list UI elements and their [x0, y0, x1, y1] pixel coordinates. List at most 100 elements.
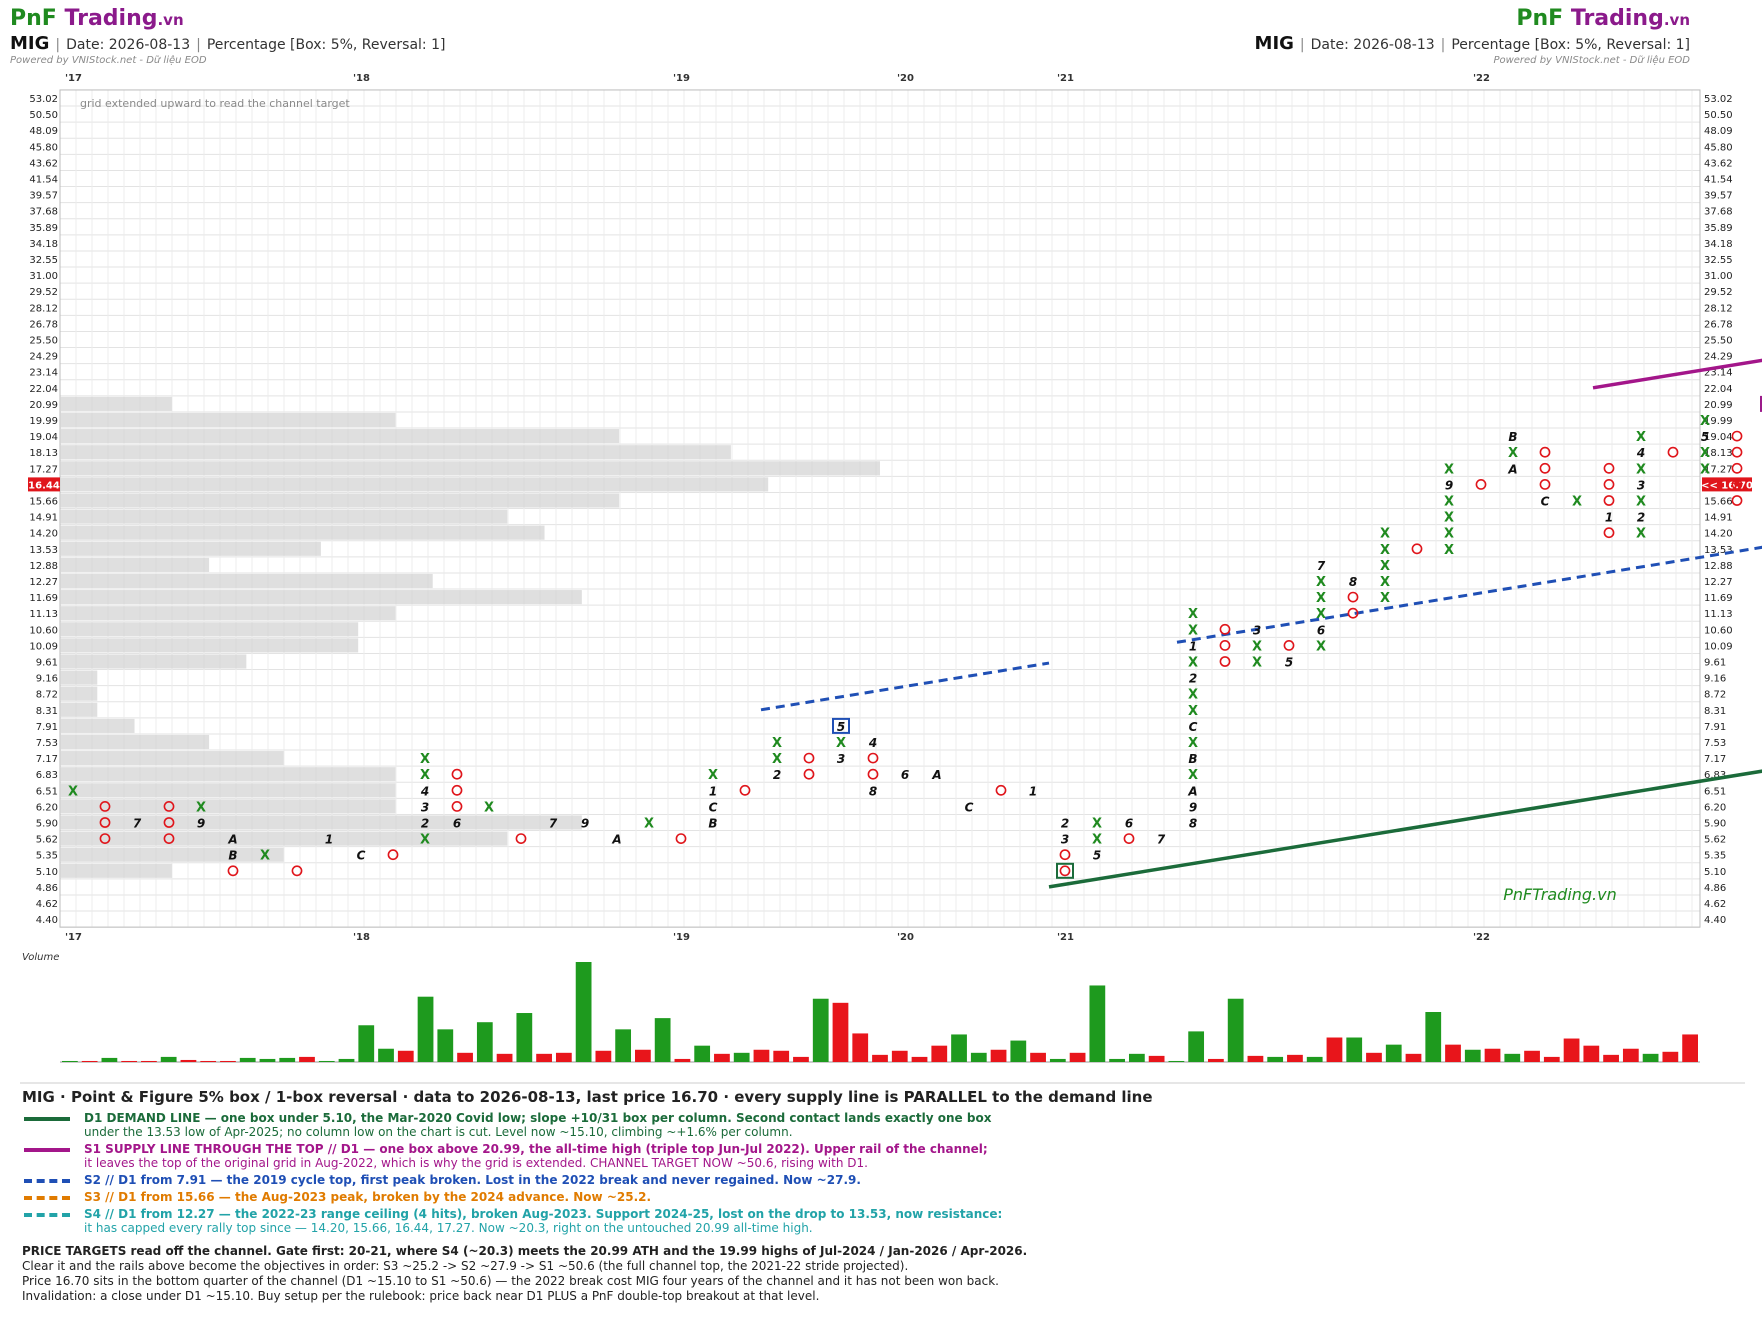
- year-label-top: '17: [65, 73, 82, 84]
- y-tick-label-right: 43.62: [1704, 158, 1733, 169]
- month-mark: 6: [901, 768, 909, 782]
- price-band: [60, 767, 396, 782]
- volume-bar: [1306, 1056, 1323, 1062]
- y-tick-label: 9.16: [36, 674, 58, 685]
- y-tick-label-right: 25.50: [1704, 336, 1733, 347]
- x-box: X: [1636, 527, 1646, 542]
- year-label-bottom: '20: [897, 932, 914, 943]
- price-band: [60, 541, 321, 556]
- volume-bar: [1622, 1048, 1639, 1062]
- volume-bar: [1109, 1058, 1125, 1062]
- target-line: Clear it and the rails above become the …: [22, 1259, 909, 1273]
- y-tick-label: 5.62: [36, 835, 58, 846]
- volume-bar: [358, 1025, 375, 1062]
- y-tick-label: 53.02: [29, 94, 58, 105]
- month-mark: 2: [1189, 672, 1197, 686]
- y-tick-label: 6.83: [36, 770, 58, 781]
- y-tick-label-right: 45.80: [1704, 142, 1733, 153]
- month-mark: 2: [421, 817, 429, 831]
- volume-bar: [990, 1049, 1007, 1062]
- target-line: PRICE TARGETS read off the channel. Gate…: [22, 1244, 1028, 1258]
- month-mark: 8: [1349, 575, 1357, 589]
- y-tick-label-right: 4.86: [1704, 883, 1726, 894]
- year-label-bottom: '17: [65, 932, 82, 943]
- month-mark: C: [1541, 495, 1550, 509]
- volume-bar: [1168, 1060, 1185, 1062]
- volume-bar: [555, 1052, 572, 1062]
- year-label-bottom: '22: [1473, 932, 1490, 943]
- legend-line-1: S1 SUPPLY LINE THROUGH THE TOP // D1 — o…: [84, 1142, 988, 1156]
- legend-swatch: [24, 1179, 70, 1183]
- month-mark: 9: [581, 817, 589, 831]
- x-box: X: [1188, 623, 1198, 638]
- legend-swatch: [24, 1148, 70, 1152]
- legend-item: S1 SUPPLY LINE THROUGH THE TOP // D1 — o…: [22, 1142, 1742, 1170]
- y-tick-label-right: 37.68: [1704, 207, 1733, 218]
- volume-bar: [378, 1048, 394, 1062]
- y-tick-label: 17.27: [29, 464, 58, 475]
- volume-bar: [259, 1058, 276, 1062]
- price-band: [60, 783, 396, 798]
- year-label-top: '21: [1057, 73, 1074, 84]
- month-mark: 1: [1605, 511, 1613, 525]
- x-box: X: [1444, 495, 1454, 510]
- trend-line-s1: [1592, 358, 1762, 390]
- volume-bar: [1662, 1051, 1679, 1062]
- pnf-chart: 53.02 53.02 50.50 50.50 48.09 48.09 45.80 45.80…: [20, 73, 1762, 1084]
- legend-line-2: it leaves the top of the original grid i…: [84, 1156, 868, 1170]
- month-mark: 1: [325, 833, 333, 847]
- volume-bar: [1188, 1031, 1205, 1062]
- x-box: X: [1252, 656, 1262, 671]
- x-box: X: [772, 736, 782, 751]
- y-tick-label-right: 8.31: [1704, 706, 1726, 717]
- y-tick-label-right: 24.29: [1704, 352, 1733, 363]
- last-price-tag: << 16.70: [1701, 480, 1753, 491]
- x-box: X: [1316, 607, 1326, 622]
- year-label-top: '19: [673, 73, 690, 84]
- y-tick-label: 31.00: [29, 271, 58, 282]
- x-box: X: [68, 784, 78, 799]
- y-tick-label: 18.13: [29, 448, 58, 459]
- volume-bar: [1247, 1055, 1264, 1062]
- y-tick-label-right: 32.55: [1704, 255, 1733, 266]
- month-mark: 7: [1317, 559, 1326, 573]
- volume-bar: [832, 1002, 849, 1062]
- y-tick-label-right: 29.52: [1704, 287, 1733, 298]
- x-box: X: [420, 833, 430, 848]
- y-tick-label-right: 5.10: [1704, 867, 1726, 878]
- y-tick-label: 7.91: [36, 722, 58, 733]
- volume-bar: [1049, 1058, 1066, 1062]
- y-tick-label: 43.62: [29, 158, 58, 169]
- price-band: [60, 734, 210, 750]
- month-mark: 4: [868, 736, 877, 750]
- month-mark: 7: [549, 817, 558, 831]
- y-tick-label: 5.35: [36, 851, 58, 862]
- y-tick-label-right: 5.62: [1704, 835, 1726, 846]
- x-box: X: [708, 768, 718, 783]
- price-band: [60, 863, 172, 878]
- y-tick-label: 14.91: [29, 513, 58, 524]
- y-tick-label: 19.99: [29, 416, 58, 427]
- volume-bar: [1385, 1044, 1402, 1062]
- x-box: X: [1700, 414, 1710, 429]
- volume-bar: [1464, 1049, 1481, 1062]
- x-box: X: [1380, 591, 1390, 606]
- volume-bar: [931, 1045, 948, 1062]
- volume-bar: [1425, 1012, 1442, 1062]
- y-tick-label: 25.50: [29, 336, 58, 347]
- x-box: X: [1252, 639, 1262, 654]
- month-mark: 1: [1029, 784, 1037, 798]
- legend-item: S4 // D1 from 12.27 — the 2022-23 range …: [22, 1207, 1742, 1235]
- month-mark: B: [1508, 430, 1517, 444]
- price-band: [60, 396, 172, 411]
- y-tick-label-right: 28.12: [1704, 303, 1733, 314]
- x-box: X: [1380, 559, 1390, 574]
- y-tick-label: 39.57: [29, 191, 58, 202]
- year-label-top: '20: [897, 73, 914, 84]
- month-mark: C: [1189, 720, 1198, 734]
- volume-bar: [674, 1058, 691, 1062]
- month-mark: 4: [1636, 446, 1645, 460]
- price-band: [60, 477, 769, 492]
- volume-bar: [793, 1056, 809, 1062]
- y-tick-label-right: 5.35: [1704, 851, 1726, 862]
